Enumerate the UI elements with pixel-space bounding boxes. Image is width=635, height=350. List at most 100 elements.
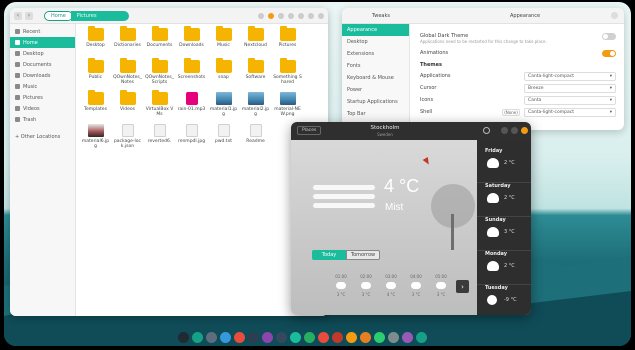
nav-item-fonts[interactable]: Fonts	[342, 60, 409, 72]
sidebar-item-videos[interactable]: Videos	[10, 103, 75, 114]
file-item[interactable]: pwd.txt	[208, 122, 239, 154]
file-item[interactable]: Dictionaries	[112, 26, 143, 58]
search-icon[interactable]	[258, 12, 264, 19]
next-hours-button[interactable]: ›	[456, 280, 469, 293]
file-item[interactable]: package-lock.json	[112, 122, 143, 154]
sidebar-item-recent[interactable]: Recent	[10, 26, 75, 37]
sidebar-item-documents[interactable]: Documents	[10, 59, 75, 70]
tab-tomorrow[interactable]: Tomorrow	[346, 250, 380, 260]
file-item[interactable]: VirtualBox VMs	[144, 90, 175, 122]
dock-app-icon[interactable]	[206, 331, 217, 343]
file-item[interactable]: material2.jpg	[240, 90, 271, 122]
file-item[interactable]: Software	[240, 58, 271, 90]
close-icon[interactable]	[318, 12, 324, 19]
nav-item-appearance[interactable]: Appearance	[342, 24, 409, 36]
global-dark-theme-toggle[interactable]	[602, 32, 616, 40]
sidebar-item-other-locations[interactable]: + Other Locations	[10, 131, 75, 142]
file-item[interactable]: material1.jpg	[208, 90, 239, 122]
file-item[interactable]: reverted6.	[144, 122, 175, 154]
file-name: QOwnNotes_Notes	[113, 75, 142, 85]
nav-item-desktop[interactable]: Desktop	[342, 36, 409, 48]
theme-dropdown[interactable]: Canta ▾	[524, 95, 616, 105]
theme-row-controls: Breeze ▾	[524, 83, 616, 93]
cloud-icon	[436, 282, 446, 289]
file-item[interactable]: Music	[208, 26, 239, 58]
sidebar-item-trash[interactable]: Trash	[10, 114, 75, 125]
theme-dropdown[interactable]: Canta-light-compact ▾	[524, 107, 616, 117]
forward-button[interactable]: ›	[25, 11, 33, 20]
dock-app-icon[interactable]	[402, 331, 413, 343]
weather-window: Places Stockholm Sweden 4 °C Mist Today …	[291, 122, 531, 315]
close-icon[interactable]	[521, 127, 528, 134]
tab-today[interactable]: Today	[312, 250, 346, 260]
file-item[interactable]: QOwnNotes_Scripts	[144, 58, 175, 90]
theme-dropdown[interactable]: Canta-light-compact ▾	[524, 71, 616, 81]
file-item[interactable]: rain-01.mp3	[176, 90, 207, 122]
file-item[interactable]: Something Shared	[272, 58, 303, 90]
file-item[interactable]: Readme	[240, 122, 271, 154]
back-button[interactable]: ‹	[14, 11, 22, 20]
dock-app-icon[interactable]	[290, 331, 301, 343]
dock-app-icon[interactable]	[388, 331, 399, 343]
file-item[interactable]: Templates	[80, 90, 111, 122]
nav-item-power[interactable]: Power	[342, 84, 409, 96]
menu-icon[interactable]	[501, 127, 508, 134]
dock-app-icon[interactable]	[276, 331, 287, 343]
sidebar-item-home[interactable]: Home	[10, 37, 75, 48]
file-item[interactable]: Videos	[112, 90, 143, 122]
dock-app-icon[interactable]	[304, 331, 315, 343]
nav-item-top-bar[interactable]: Top Bar	[342, 108, 409, 120]
nav-item-keyboard-mouse[interactable]: Keyboard & Mouse	[342, 72, 409, 84]
dock-app-icon[interactable]	[192, 331, 203, 343]
file-item[interactable]: Pictures	[272, 26, 303, 58]
list-view-icon[interactable]	[278, 12, 284, 19]
day-name: Monday	[485, 251, 508, 257]
minimize-icon[interactable]	[298, 12, 304, 19]
sidebar-item-pictures[interactable]: Pictures	[10, 92, 75, 103]
shell-none-button[interactable]: (None)	[502, 108, 520, 116]
places-button[interactable]: Places	[297, 126, 322, 135]
sidebar-item-desktop[interactable]: Desktop	[10, 48, 75, 59]
minimize-icon[interactable]	[511, 127, 518, 134]
sidebar-item-music[interactable]: Music	[10, 81, 75, 92]
maximize-icon[interactable]	[308, 12, 314, 19]
file-item[interactable]: material6.jpg	[80, 122, 111, 154]
dock-app-icon[interactable]	[332, 331, 343, 343]
file-item[interactable]: QOwnNotes_Notes	[112, 58, 143, 90]
dock-app-icon[interactable]	[234, 331, 245, 343]
dock-app-icon[interactable]	[416, 331, 427, 343]
file-item[interactable]: snap	[208, 58, 239, 90]
close-icon[interactable]	[611, 12, 618, 19]
dock-app-icon[interactable]	[178, 331, 189, 343]
file-name: material2.jpg	[241, 107, 270, 117]
dock-app-icon[interactable]	[248, 331, 259, 343]
menu-icon[interactable]	[288, 12, 294, 19]
path-home-button[interactable]: Home	[44, 10, 73, 21]
view-options-icon[interactable]	[268, 12, 274, 19]
file-item[interactable]: Downloads	[176, 26, 207, 58]
sidebar-item-downloads[interactable]: Downloads	[10, 70, 75, 81]
theme-row: Applications Canta-light-compact ▾	[420, 70, 616, 82]
dock-app-icon[interactable]	[374, 331, 385, 343]
file-item[interactable]: Screenshots	[176, 58, 207, 90]
day-name: Friday	[485, 148, 503, 154]
dock-app-icon[interactable]	[360, 331, 371, 343]
nav-item-extensions[interactable]: Extensions	[342, 48, 409, 60]
file-item[interactable]: Desktop	[80, 26, 111, 58]
file-item[interactable]: Public	[80, 58, 111, 90]
file-item[interactable]: Nextcloud	[240, 26, 271, 58]
dock-app-icon[interactable]	[318, 331, 329, 343]
day-forecast: Saturday 2 °C	[477, 182, 531, 216]
theme-row-controls: Canta-light-compact ▾	[524, 71, 616, 81]
nav-item-startup-applications[interactable]: Startup Applications	[342, 96, 409, 108]
dock-app-icon[interactable]	[262, 331, 273, 343]
refresh-icon[interactable]	[483, 127, 490, 134]
file-item[interactable]: material-NEW.png	[272, 90, 303, 122]
theme-dropdown[interactable]: Breeze ▾	[524, 83, 616, 93]
dock-app-icon[interactable]	[220, 331, 231, 343]
file-item[interactable]: Documents	[144, 26, 175, 58]
animations-toggle[interactable]	[602, 49, 616, 57]
file-item[interactable]: renmpdl.jpg	[176, 122, 207, 154]
path-current-button[interactable]: Pictures	[70, 10, 129, 21]
dock-app-icon[interactable]	[346, 331, 357, 343]
